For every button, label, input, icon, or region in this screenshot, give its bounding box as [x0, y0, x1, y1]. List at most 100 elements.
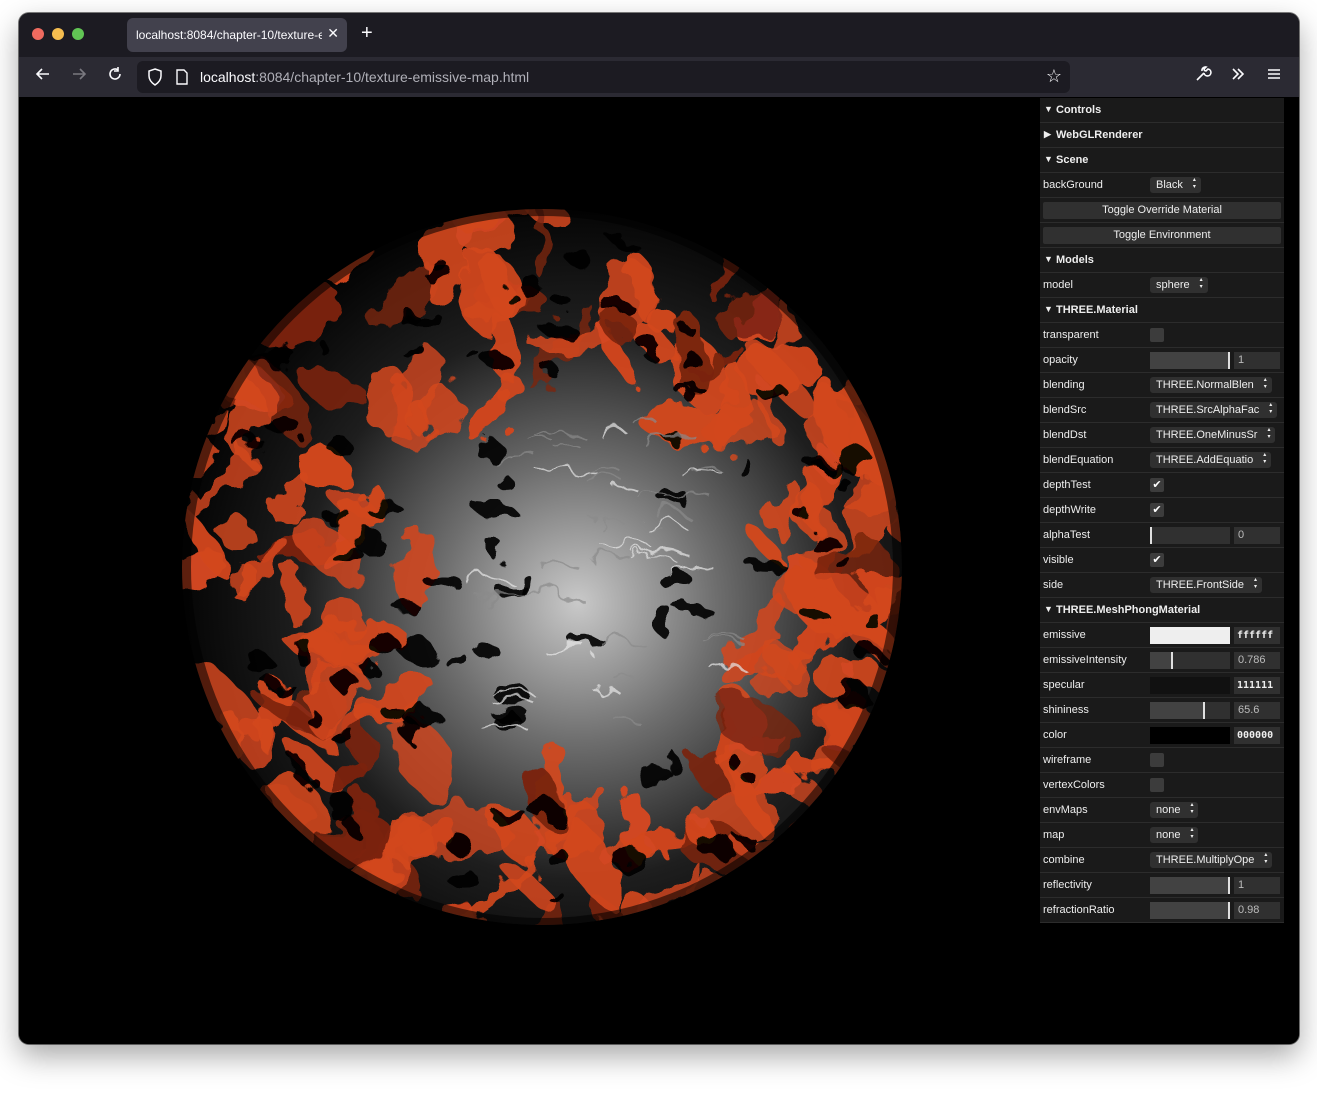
close-tab-icon[interactable]: ✕ — [327, 25, 339, 42]
emissiveintensity-label: emissiveIntensity — [1043, 654, 1127, 666]
refractionratio-input[interactable]: 0.98 — [1234, 902, 1280, 919]
chevron-right-icon: ▶ — [1044, 129, 1051, 139]
emissive-row: emissive ffffff — [1040, 623, 1284, 648]
hamburger-menu-icon[interactable] — [1262, 65, 1286, 89]
reflectivity-row: reflectivity 1 — [1040, 873, 1284, 898]
controls-title: Controls — [1056, 104, 1102, 116]
reflectivity-label: reflectivity — [1043, 879, 1092, 891]
model-label: model — [1043, 279, 1073, 291]
wireframe-row: wireframe — [1040, 748, 1284, 773]
side-row: side THREE.FrontSide — [1040, 573, 1284, 598]
blending-row: blending THREE.NormalBlen — [1040, 373, 1284, 398]
shininess-input[interactable]: 65.6 — [1234, 702, 1280, 719]
close-window-button[interactable] — [32, 28, 44, 40]
minimize-window-button[interactable] — [52, 28, 64, 40]
emissive-hex-input[interactable]: ffffff — [1234, 627, 1280, 644]
opacity-slider[interactable] — [1150, 352, 1230, 369]
webgl-viewport[interactable]: ▼ Controls ▶ WebGLRenderer ▼ Scene backGrou… — [19, 97, 1299, 1044]
vertexcolors-label: vertexColors — [1043, 779, 1105, 791]
depthwrite-label: depthWrite — [1043, 504, 1096, 516]
three-material-title: THREE.Material — [1056, 304, 1138, 316]
opacity-input[interactable]: 1 — [1234, 352, 1280, 369]
blendequation-row: blendEquation THREE.AddEquatio — [1040, 448, 1284, 473]
transparent-label: transparent — [1043, 329, 1099, 341]
maximize-window-button[interactable] — [72, 28, 84, 40]
combine-select[interactable]: THREE.MultiplyOpe — [1150, 852, 1273, 868]
envmaps-select[interactable]: none — [1150, 802, 1199, 818]
url-text[interactable]: localhost:8084/chapter-10/texture-emissi… — [200, 69, 529, 85]
vertexcolors-row: vertexColors — [1040, 773, 1284, 798]
forward-arrow-icon[interactable] — [67, 65, 91, 89]
depthtest-label: depthTest — [1043, 479, 1091, 491]
refractionratio-slider[interactable] — [1150, 902, 1230, 919]
combine-label: combine — [1043, 854, 1085, 866]
blendsrc-select[interactable]: THREE.SrcAlphaFac — [1150, 402, 1278, 418]
back-arrow-icon[interactable] — [31, 65, 55, 89]
map-select[interactable]: none — [1150, 827, 1199, 843]
specular-color-swatch[interactable] — [1150, 677, 1230, 694]
blendequation-select[interactable]: THREE.AddEquatio — [1150, 452, 1272, 468]
chevron-down-icon: ▼ — [1044, 604, 1053, 614]
three-material-folder[interactable]: ▼ THREE.Material — [1040, 298, 1284, 323]
background-label: backGround — [1043, 179, 1103, 191]
visible-checkbox[interactable]: ✔ — [1150, 553, 1164, 567]
reload-icon[interactable] — [103, 65, 127, 89]
bookmark-star-icon[interactable]: ☆ — [1046, 66, 1062, 87]
transparent-checkbox[interactable] — [1150, 328, 1164, 342]
scene-folder[interactable]: ▼ Scene — [1040, 148, 1284, 173]
alphatest-slider[interactable] — [1150, 527, 1230, 544]
browser-tab[interactable]: localhost:8084/chapter-10/texture-emissi… — [127, 18, 347, 52]
emissiveintensity-input[interactable]: 0.786 — [1234, 652, 1280, 669]
blenddst-row: blendDst THREE.OneMinusSr — [1040, 423, 1284, 448]
background-select[interactable]: Black — [1150, 177, 1201, 193]
toggle-override-material-button[interactable]: Toggle Override Material — [1043, 202, 1281, 219]
shininess-slider[interactable] — [1150, 702, 1230, 719]
shininess-row: shininess 65.6 — [1040, 698, 1284, 723]
controls-folder[interactable]: ▼ Controls — [1040, 98, 1284, 123]
reflectivity-slider[interactable] — [1150, 877, 1230, 894]
color-hex-input[interactable]: 000000 — [1234, 727, 1280, 744]
browser-window: localhost:8084/chapter-10/texture-emissi… — [19, 13, 1299, 1044]
side-select[interactable]: THREE.FrontSide — [1150, 577, 1263, 593]
opacity-row: opacity 1 — [1040, 348, 1284, 373]
opacity-label: opacity — [1043, 354, 1078, 366]
alphatest-input[interactable]: 0 — [1234, 527, 1280, 544]
page-icon[interactable] — [175, 69, 189, 85]
title-bar: localhost:8084/chapter-10/texture-emissi… — [19, 13, 1299, 57]
blending-select[interactable]: THREE.NormalBlen — [1150, 377, 1272, 393]
wireframe-checkbox[interactable] — [1150, 753, 1164, 767]
depthtest-checkbox[interactable]: ✔ — [1150, 478, 1164, 492]
wrench-icon[interactable] — [1191, 65, 1215, 89]
depthwrite-checkbox[interactable]: ✔ — [1150, 503, 1164, 517]
meshphongmaterial-folder[interactable]: ▼ THREE.MeshPhongMaterial — [1040, 598, 1284, 623]
color-row: color 000000 — [1040, 723, 1284, 748]
vertexcolors-checkbox[interactable] — [1150, 778, 1164, 792]
envmaps-row: envMaps none — [1040, 798, 1284, 823]
models-folder[interactable]: ▼ Models — [1040, 248, 1284, 273]
shield-icon[interactable] — [147, 68, 163, 86]
toggle-environment-button[interactable]: Toggle Environment — [1043, 227, 1281, 244]
new-tab-icon[interactable]: + — [361, 23, 373, 43]
webglrenderer-title: WebGLRenderer — [1056, 129, 1143, 141]
combine-row: combine THREE.MultiplyOpe — [1040, 848, 1284, 873]
specular-label: specular — [1043, 679, 1085, 691]
reflectivity-input[interactable]: 1 — [1234, 877, 1280, 894]
blendsrc-row: blendSrc THREE.SrcAlphaFac — [1040, 398, 1284, 423]
blending-label: blending — [1043, 379, 1085, 391]
url-path: :8084/chapter-10/texture-emissive-map.ht… — [255, 69, 530, 85]
overflow-chevrons-icon[interactable] — [1226, 65, 1250, 89]
visible-label: visible — [1043, 554, 1074, 566]
depthwrite-row: depthWrite ✔ — [1040, 498, 1284, 523]
refractionratio-label: refractionRatio — [1043, 904, 1115, 916]
map-row: map none — [1040, 823, 1284, 848]
color-swatch[interactable] — [1150, 727, 1230, 744]
webglrenderer-folder[interactable]: ▶ WebGLRenderer — [1040, 123, 1284, 148]
model-select[interactable]: sphere — [1150, 277, 1208, 293]
emissive-color-swatch[interactable] — [1150, 627, 1230, 644]
specular-hex-input[interactable]: 111111 — [1234, 677, 1280, 694]
map-label: map — [1043, 829, 1065, 841]
url-bar[interactable]: localhost:8084/chapter-10/texture-emissi… — [137, 61, 1070, 93]
blenddst-select[interactable]: THREE.OneMinusSr — [1150, 427, 1276, 443]
emissiveintensity-slider[interactable] — [1150, 652, 1230, 669]
emissive-sphere-render[interactable] — [19, 97, 1039, 1044]
